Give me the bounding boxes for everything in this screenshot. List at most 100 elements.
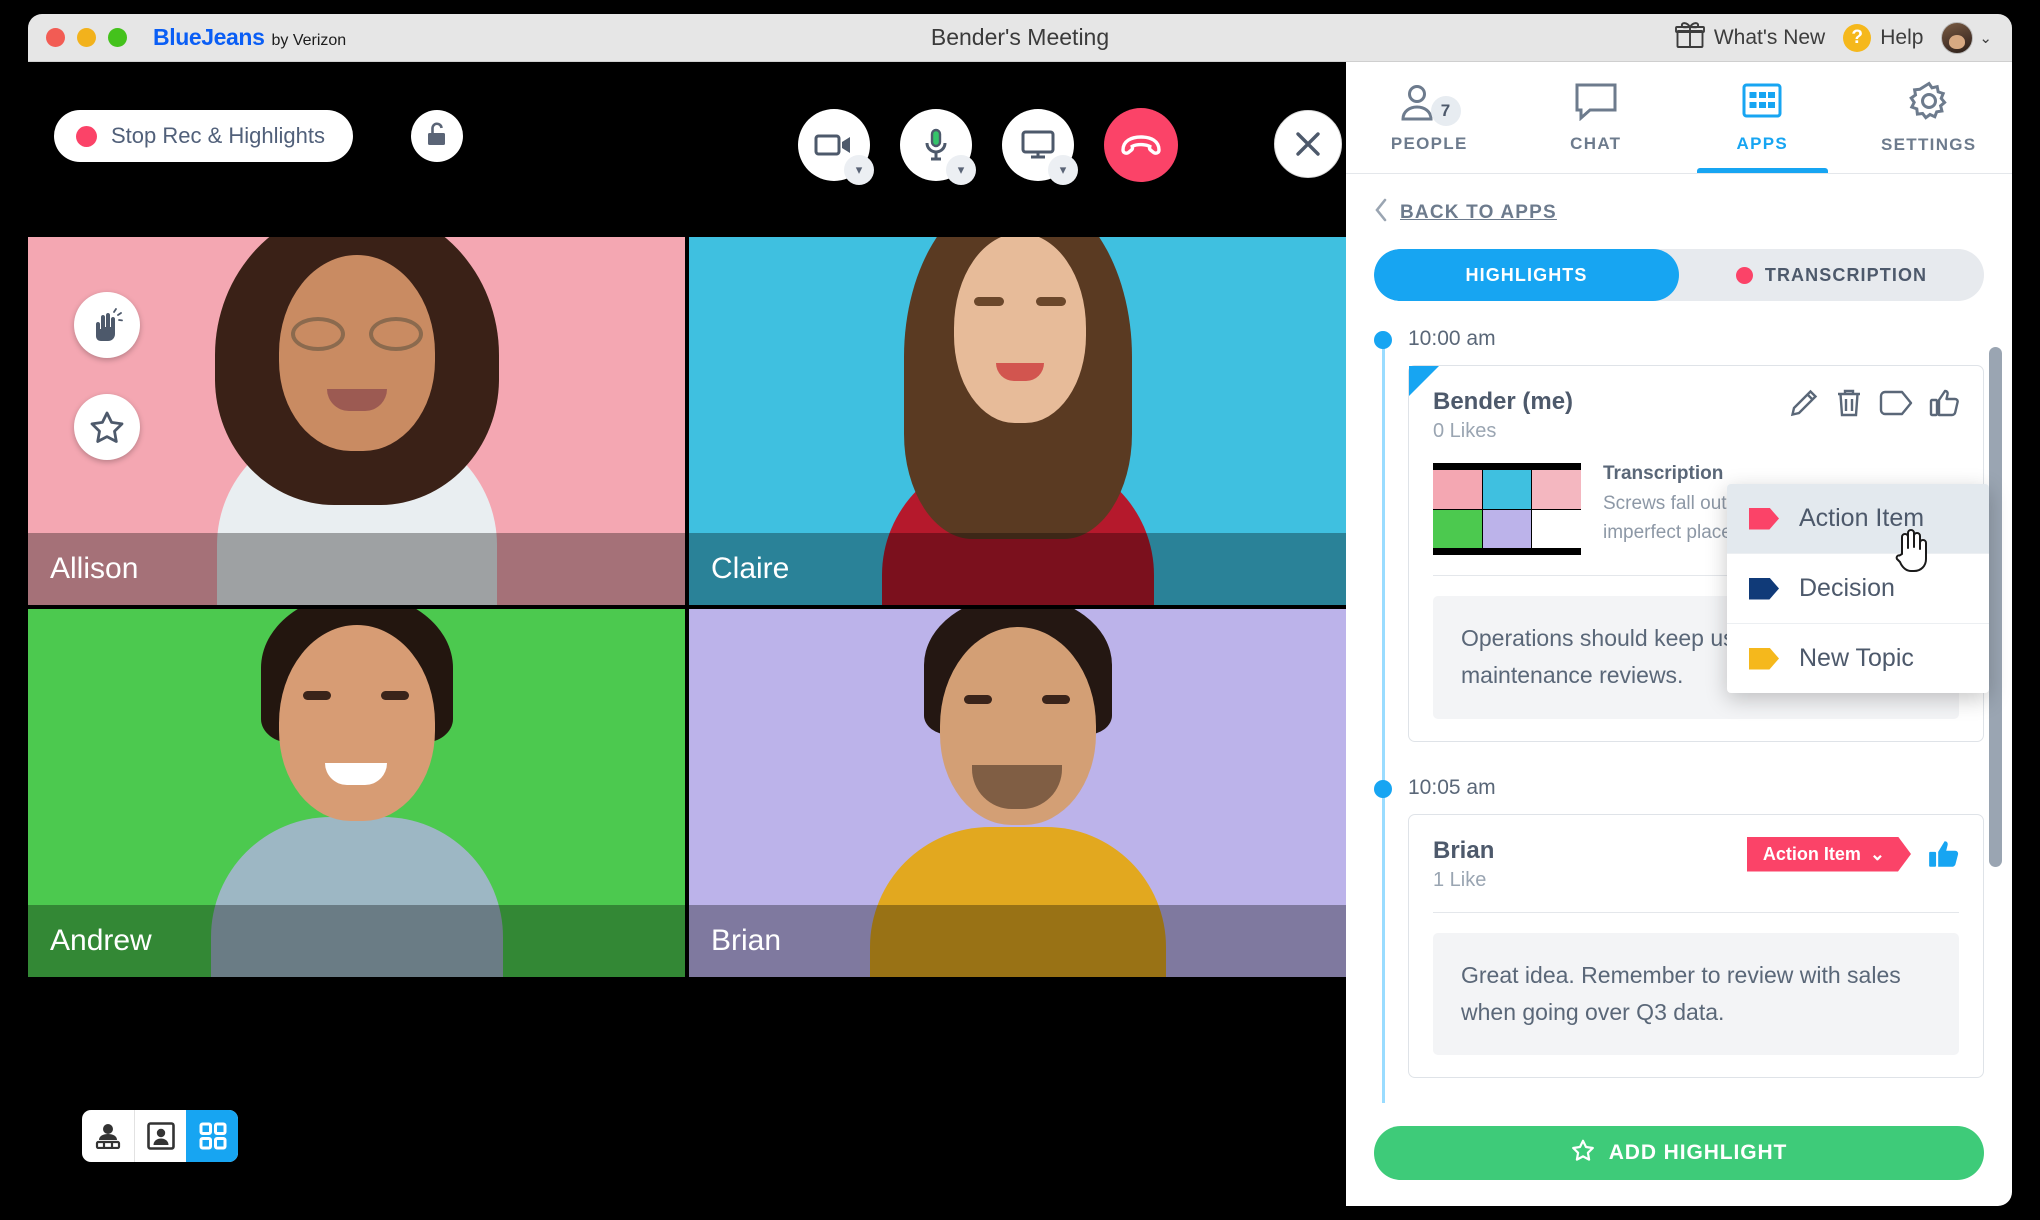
transcription-live-dot-icon xyxy=(1735,266,1753,284)
chevron-down-icon: ⌄ xyxy=(1979,29,1992,47)
layout-speaker-view-button[interactable] xyxy=(82,1110,134,1162)
participant-tile[interactable]: Andrew xyxy=(28,609,685,977)
tag-option-new-topic[interactable]: New Topic xyxy=(1727,623,1989,693)
brand-byline: by Verizon xyxy=(271,32,347,49)
microphone-options-caret-icon[interactable]: ▾ xyxy=(946,155,976,185)
microphone-button[interactable]: ▾ xyxy=(900,109,976,185)
highlight-author: Brian xyxy=(1433,836,1495,864)
maximize-window-button[interactable] xyxy=(108,28,127,47)
people-count-badge: 7 xyxy=(1430,95,1461,126)
chevron-left-icon xyxy=(1374,198,1388,227)
tag-icon[interactable] xyxy=(1879,390,1913,416)
highlight-timestamp: 10:05 am xyxy=(1408,775,1496,799)
tab-apps[interactable]: APPS xyxy=(1679,62,1846,173)
close-window-button[interactable] xyxy=(46,28,65,47)
screen-share-button[interactable]: ▾ xyxy=(1002,109,1078,185)
transcription-title: Transcription xyxy=(1603,463,1724,484)
back-to-apps-link[interactable]: BACK TO APPS xyxy=(1346,174,2012,239)
timeline-bullet-icon xyxy=(1374,779,1392,798)
participant-name-bar: Claire xyxy=(689,533,1346,605)
highlight-card-actions xyxy=(1789,388,1959,418)
tab-apps-label: APPS xyxy=(1736,134,1788,153)
highlight-card[interactable]: Brian 1 Like Action Item ⌄ Great idea. R… xyxy=(1408,813,1984,1078)
chat-icon xyxy=(1574,81,1618,126)
recording-indicator-icon xyxy=(76,125,97,147)
highlight-card-header: Brian 1 Like Action Item ⌄ xyxy=(1433,836,1959,892)
chevron-down-icon: ⌄ xyxy=(1869,843,1885,864)
stop-recording-label: Stop Rec & Highlights xyxy=(111,123,325,148)
call-controls: ▾ ▾ ▾ xyxy=(798,108,1178,185)
unlock-icon xyxy=(425,121,449,152)
highlights-timeline: 10:00 am Bender (me) 0 Likes Transcripti… xyxy=(1374,327,1984,1103)
delete-icon[interactable] xyxy=(1835,388,1863,418)
highlight-entry: 10:05 am Brian 1 Like Action Item ⌄ Grea… xyxy=(1374,775,1984,1078)
lock-meeting-button[interactable] xyxy=(411,110,463,162)
timeline-bullet-icon xyxy=(1374,331,1392,349)
gift-icon xyxy=(1674,21,1705,55)
participant-tile[interactable]: Brian xyxy=(689,609,1346,977)
question-mark-icon: ? xyxy=(1843,23,1872,52)
stop-recording-button[interactable]: Stop Rec & Highlights xyxy=(54,110,353,162)
edit-icon[interactable] xyxy=(1789,388,1819,418)
segment-transcription[interactable]: TRANSCRIPTION xyxy=(1679,249,1984,301)
layout-grid-view-button[interactable] xyxy=(186,1110,238,1162)
participant-name: Claire xyxy=(711,552,790,585)
window-body: Stop Rec & Highlights ▾ ▾ ▾ Allison Clai… xyxy=(28,62,2012,1206)
tag-dropdown-menu[interactable]: Action Item Decision New Topic xyxy=(1727,484,1989,693)
tab-people-label: PEOPLE xyxy=(1390,133,1468,153)
raise-hand-button[interactable] xyxy=(74,292,140,358)
user-menu[interactable]: ⌄ xyxy=(1941,21,1992,54)
screen-share-options-caret-icon[interactable]: ▾ xyxy=(1048,155,1078,185)
participant-name-bar: Andrew xyxy=(28,905,685,977)
tag-option-label: New Topic xyxy=(1799,644,1914,672)
card-divider xyxy=(1433,911,1959,913)
whats-new-label: What's New xyxy=(1713,25,1826,49)
panel-tab-bar: 7 PEOPLE CHAT APPS SETTINGS xyxy=(1346,62,2012,174)
tab-settings[interactable]: SETTINGS xyxy=(1846,62,2013,173)
participant-name-bar: Brian xyxy=(689,905,1346,977)
scrollbar-thumb[interactable] xyxy=(1989,347,2002,867)
segment-highlights[interactable]: HIGHLIGHTS xyxy=(1374,249,1679,301)
add-highlight-button[interactable]: ADD HIGHLIGHT xyxy=(1374,1126,1984,1180)
camera-button[interactable]: ▾ xyxy=(798,109,874,185)
tag-option-decision[interactable]: Decision xyxy=(1727,553,1989,623)
tag-swatch-icon xyxy=(1749,507,1779,530)
star-icon xyxy=(1571,1139,1595,1168)
avatar xyxy=(1941,21,1974,54)
minimize-window-button[interactable] xyxy=(77,28,96,47)
help-button[interactable]: ? Help xyxy=(1843,23,1924,52)
participant-grid: Allison Claire Andrew Brian xyxy=(28,237,1346,977)
whats-new-button[interactable]: What's New xyxy=(1674,21,1826,55)
tab-chat[interactable]: CHAT xyxy=(1513,62,1680,173)
bluejeans-logo: BlueJeans by Verizon xyxy=(153,24,346,51)
highlight-thumbnail[interactable] xyxy=(1433,463,1581,555)
like-icon[interactable] xyxy=(1929,388,1959,418)
like-icon[interactable] xyxy=(1927,838,1959,870)
hangup-button[interactable] xyxy=(1104,108,1178,182)
highlight-like-count: 1 Like xyxy=(1433,868,1487,891)
status-badge[interactable]: Action Item ⌄ xyxy=(1747,837,1911,872)
favorite-star-button[interactable] xyxy=(74,394,140,460)
tab-chat-label: CHAT xyxy=(1570,134,1622,153)
brand-name: BlueJeans xyxy=(153,24,265,50)
close-panel-button[interactable] xyxy=(1274,110,1342,178)
participant-tile[interactable]: Claire xyxy=(689,237,1346,605)
participant-name: Andrew xyxy=(50,924,152,957)
highlights-scroll-area[interactable]: 10:00 am Bender (me) 0 Likes Transcripti… xyxy=(1346,327,2012,1103)
camera-options-caret-icon[interactable]: ▾ xyxy=(844,155,874,185)
app-root: BlueJeans by Verizon Bender's Meeting Wh… xyxy=(0,0,2040,1220)
apps-icon xyxy=(1741,81,1783,126)
participant-name: Brian xyxy=(711,924,782,957)
tab-people[interactable]: 7 PEOPLE xyxy=(1346,62,1513,173)
tag-option-action-item[interactable]: Action Item xyxy=(1727,484,1989,553)
highlight-card-header: Bender (me) 0 Likes xyxy=(1433,388,1959,443)
help-label: Help xyxy=(1880,25,1924,49)
highlight-like-count: 0 Likes xyxy=(1433,420,1497,442)
highlight-note: Great idea. Remember to review with sale… xyxy=(1433,932,1959,1055)
mouse-cursor-icon xyxy=(1893,528,1933,579)
add-highlight-label: ADD HIGHLIGHT xyxy=(1608,1141,1788,1164)
highlights-transcription-toggle: HIGHLIGHTS TRANSCRIPTION xyxy=(1374,249,1984,301)
highlight-timestamp: 10:00 am xyxy=(1408,327,1496,350)
highlights-scrollbar[interactable] xyxy=(1989,347,2002,887)
layout-people-view-button[interactable] xyxy=(134,1110,186,1162)
